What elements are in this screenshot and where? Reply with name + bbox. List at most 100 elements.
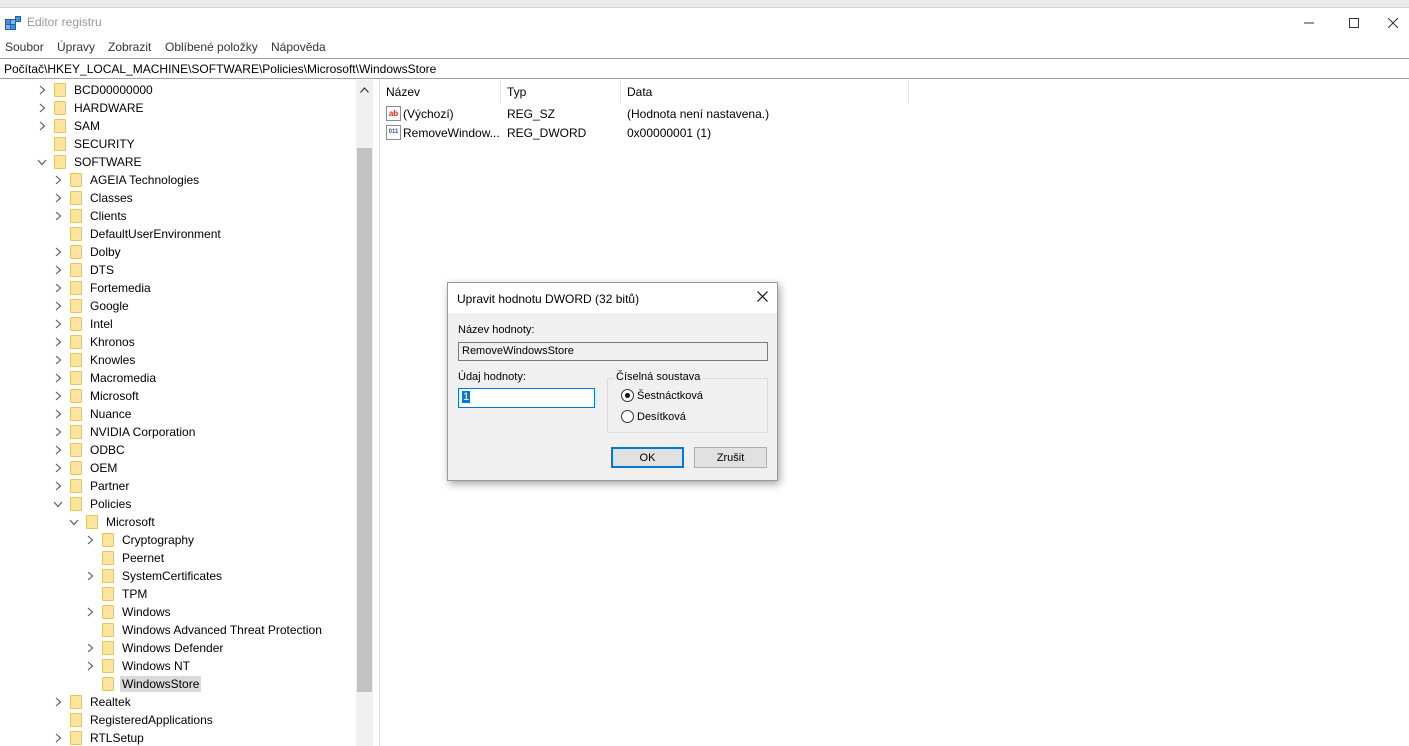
dialog-close-button[interactable] — [753, 289, 771, 307]
tree-item[interactable]: SECURITY — [36, 135, 137, 153]
pane-splitter[interactable] — [373, 80, 380, 746]
tree-item[interactable]: BCD00000000 — [36, 81, 155, 99]
scrollbar-thumb[interactable] — [357, 148, 372, 692]
tree-item[interactable]: Google — [52, 297, 131, 315]
tree-item[interactable]: ODBC — [52, 441, 127, 459]
tree-item[interactable]: Intel — [52, 315, 115, 333]
chevron-down-icon[interactable] — [68, 516, 80, 528]
key-tree[interactable]: BCD00000000 HARDWARE SAM SECURITY SOFTWARE AG… — [0, 80, 373, 746]
chevron-right-icon[interactable] — [84, 570, 96, 582]
tree-item[interactable]: Windows — [84, 603, 173, 621]
tree-item[interactable]: Classes — [52, 189, 135, 207]
chevron-right-icon[interactable] — [52, 732, 64, 744]
address-path[interactable]: Počítač\HKEY_LOCAL_MACHINE\SOFTWARE\Poli… — [4, 62, 436, 76]
menu-oblibene-polozky[interactable]: Oblíbené položky — [165, 40, 258, 54]
radio-hexadecimal[interactable]: Šestnáctková — [621, 389, 703, 402]
chevron-right-icon[interactable] — [52, 408, 64, 420]
tree-item[interactable]: Knowles — [52, 351, 137, 369]
tree-item[interactable]: DefaultUserEnvironment — [52, 225, 223, 243]
value-row[interactable]: 011 RemoveWindow... REG_DWORD 0x00000001… — [380, 124, 1409, 143]
chevron-right-icon[interactable] — [52, 480, 64, 492]
radio-dec-indicator[interactable] — [621, 410, 634, 423]
tree-item[interactable]: Microsoft — [68, 513, 157, 531]
address-bar[interactable]: Počítač\HKEY_LOCAL_MACHINE\SOFTWARE\Poli… — [0, 58, 1409, 79]
menu-soubor[interactable]: Soubor — [5, 40, 44, 54]
chevron-right-icon[interactable] — [84, 534, 96, 546]
tree-item[interactable]: Partner — [52, 477, 131, 495]
tree-item[interactable]: OEM — [52, 459, 119, 477]
chevron-right-icon[interactable] — [52, 372, 64, 384]
chevron-right-icon[interactable] — [52, 282, 64, 294]
tree-item[interactable]: TPM — [84, 585, 149, 603]
menu-napoveda[interactable]: Nápověda — [271, 40, 326, 54]
tree-item[interactable]: SystemCertificates — [84, 567, 224, 585]
chevron-right-icon[interactable] — [52, 174, 64, 186]
chevron-down-icon[interactable] — [36, 156, 48, 168]
folder-icon — [70, 299, 82, 313]
radio-hex-indicator[interactable] — [621, 389, 634, 402]
tree-item[interactable]: Microsoft — [52, 387, 141, 405]
chevron-right-icon[interactable] — [52, 462, 64, 474]
tree-item[interactable]: AGEIA Technologies — [52, 171, 201, 189]
tree-item[interactable]: Windows Defender — [84, 639, 225, 657]
chevron-right-icon[interactable] — [36, 120, 48, 132]
scroll-up-button[interactable] — [356, 80, 373, 97]
tree-item[interactable]: Policies — [52, 495, 133, 513]
tree-item[interactable]: WindowsStore — [84, 675, 202, 693]
tree-item[interactable]: Macromedia — [52, 369, 158, 387]
chevron-right-icon[interactable] — [52, 354, 64, 366]
chevron-right-icon[interactable] — [84, 660, 96, 672]
chevron-down-icon[interactable] — [52, 498, 64, 510]
chevron-right-icon[interactable] — [52, 336, 64, 348]
tree-item[interactable]: Clients — [52, 207, 129, 225]
tree-item[interactable]: Windows Advanced Threat Protection — [84, 621, 324, 639]
column-header-data[interactable]: Data — [621, 80, 909, 104]
chevron-right-icon[interactable] — [52, 444, 64, 456]
column-header-type[interactable]: Typ — [501, 80, 621, 104]
tree-item[interactable]: Windows NT — [84, 657, 192, 675]
chevron-right-icon[interactable] — [52, 264, 64, 276]
value-data-input[interactable]: 1 — [458, 388, 595, 408]
radio-decimal[interactable]: Desítková — [621, 410, 686, 423]
title-bar[interactable]: Editor registru — [0, 8, 1409, 38]
chevron-right-icon[interactable] — [36, 84, 48, 96]
chevron-right-icon[interactable] — [84, 606, 96, 618]
cancel-button[interactable]: Zrušit — [694, 447, 767, 468]
tree-item[interactable]: HARDWARE — [36, 99, 146, 117]
tree-item[interactable]: RTLSetup — [52, 729, 146, 746]
tree-item[interactable]: Peernet — [84, 549, 166, 567]
tree-item[interactable]: Realtek — [52, 693, 133, 711]
tree-item[interactable]: Fortemedia — [52, 279, 153, 297]
chevron-right-icon[interactable] — [52, 318, 64, 330]
chevron-right-icon[interactable] — [52, 426, 64, 438]
tree-item[interactable]: DTS — [52, 261, 116, 279]
menu-zobrazit[interactable]: Zobrazit — [108, 40, 151, 54]
tree-item[interactable]: Dolby — [52, 243, 123, 261]
dialog-title-bar[interactable]: Upravit hodnotu DWORD (32 bitů) — [448, 283, 777, 313]
minimize-button[interactable] — [1286, 8, 1332, 38]
chevron-right-icon[interactable] — [52, 390, 64, 402]
tree-item[interactable]: Nuance — [52, 405, 133, 423]
chevron-right-icon[interactable] — [52, 210, 64, 222]
tree-scrollbar[interactable] — [356, 80, 373, 746]
tree-item[interactable]: NVIDIA Corporation — [52, 423, 197, 441]
folder-icon — [54, 101, 66, 115]
menu-upravy[interactable]: Úpravy — [57, 40, 95, 54]
ok-button[interactable]: OK — [611, 447, 684, 468]
chevron-right-icon[interactable] — [52, 192, 64, 204]
close-button[interactable] — [1376, 8, 1409, 38]
column-header-name[interactable]: Název — [380, 80, 501, 104]
tree-item[interactable]: RegisteredApplications — [52, 711, 215, 729]
chevron-right-icon[interactable] — [84, 642, 96, 654]
tree-item[interactable]: Khronos — [52, 333, 137, 351]
maximize-button[interactable] — [1331, 8, 1377, 38]
edit-dword-dialog: Upravit hodnotu DWORD (32 bitů) Název ho… — [447, 282, 778, 481]
tree-item[interactable]: SAM — [36, 117, 102, 135]
chevron-right-icon[interactable] — [36, 102, 48, 114]
chevron-right-icon[interactable] — [52, 696, 64, 708]
tree-item[interactable]: Cryptography — [84, 531, 196, 549]
tree-item[interactable]: SOFTWARE — [36, 153, 144, 171]
chevron-right-icon[interactable] — [52, 246, 64, 258]
value-row[interactable]: ab (Výchozí) REG_SZ (Hodnota není nastav… — [380, 105, 1409, 124]
chevron-right-icon[interactable] — [52, 300, 64, 312]
